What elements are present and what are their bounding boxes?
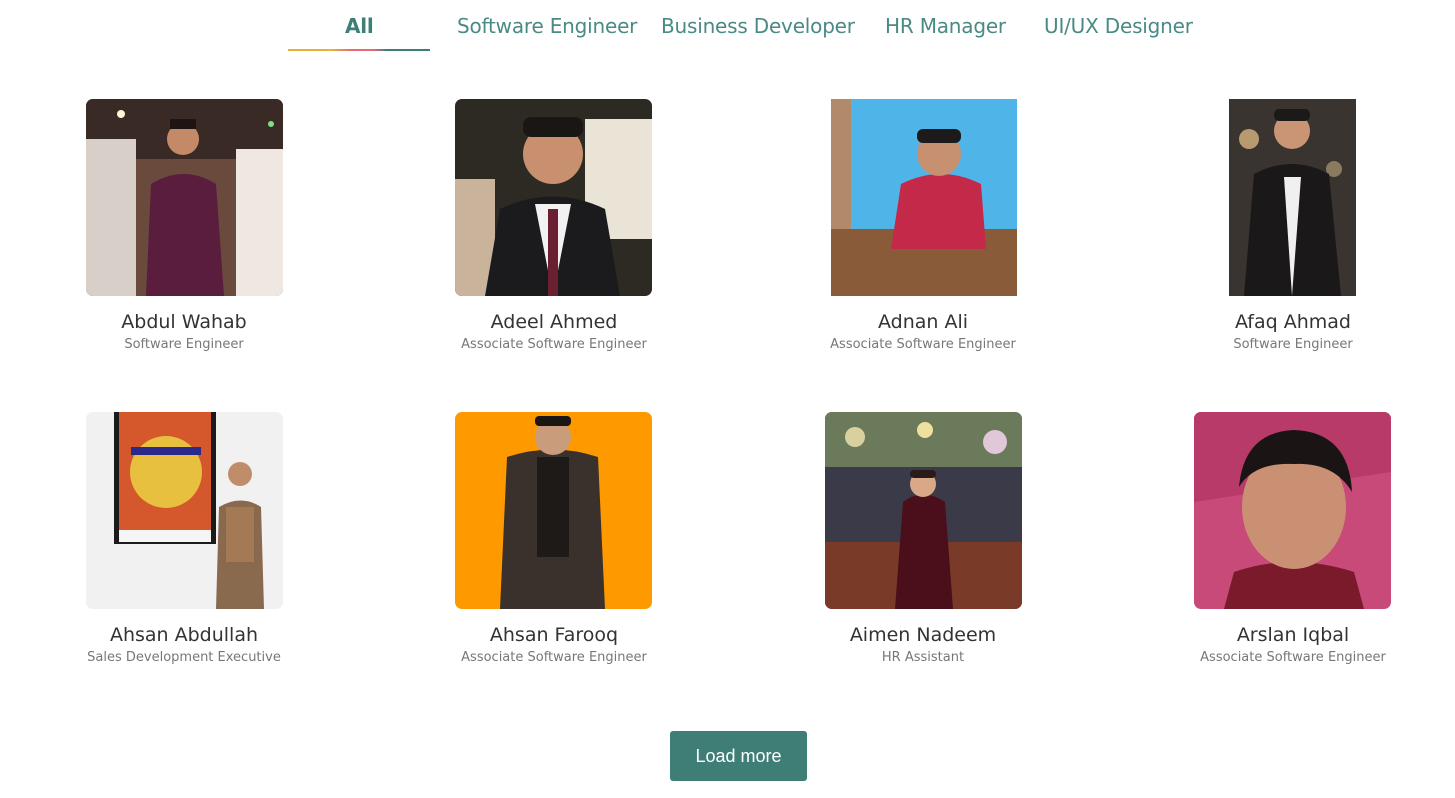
member-name: Ahsan Abdullah <box>109 624 259 646</box>
profile-photo <box>455 412 652 609</box>
filter-tabs: All Software Engineer Business Developer… <box>0 0 1455 60</box>
member-role: Associate Software Engineer <box>830 337 1016 352</box>
profile-photo <box>455 99 652 296</box>
load-more-button[interactable]: Load more <box>670 731 807 781</box>
profile-photo <box>86 412 283 609</box>
member-name: Abdul Wahab <box>121 311 247 333</box>
member-role: Associate Software Engineer <box>461 650 647 665</box>
profile-photo <box>1229 99 1356 296</box>
member-name: Afaq Ahmad <box>1234 311 1351 333</box>
member-role: Associate Software Engineer <box>1200 650 1386 665</box>
member-role: Sales Development Executive <box>87 650 281 665</box>
member-name: Ahsan Farooq <box>489 624 619 646</box>
tab-software-engineer[interactable]: Software Engineer <box>457 14 637 42</box>
tab-hr-manager[interactable]: HR Manager <box>885 14 1006 42</box>
active-tab-underline <box>288 49 430 51</box>
member-role: Associate Software Engineer <box>461 337 647 352</box>
tab-all[interactable]: All <box>345 14 374 42</box>
member-name: Arslan Iqbal <box>1236 624 1350 646</box>
profile-photo <box>831 99 1017 296</box>
member-name: Adnan Ali <box>877 311 969 333</box>
profile-photo <box>1194 412 1391 609</box>
member-role: HR Assistant <box>881 650 965 665</box>
member-role: Software Engineer <box>124 337 244 352</box>
member-name: Aimen Nadeem <box>849 624 997 646</box>
member-name: Adeel Ahmed <box>490 311 618 333</box>
profile-photo <box>825 412 1022 609</box>
tab-business-developer[interactable]: Business Developer <box>661 14 855 42</box>
tab-ui-ux-designer[interactable]: UI/UX Designer <box>1044 14 1193 42</box>
member-role: Software Engineer <box>1233 337 1353 352</box>
profile-photo <box>86 99 283 296</box>
